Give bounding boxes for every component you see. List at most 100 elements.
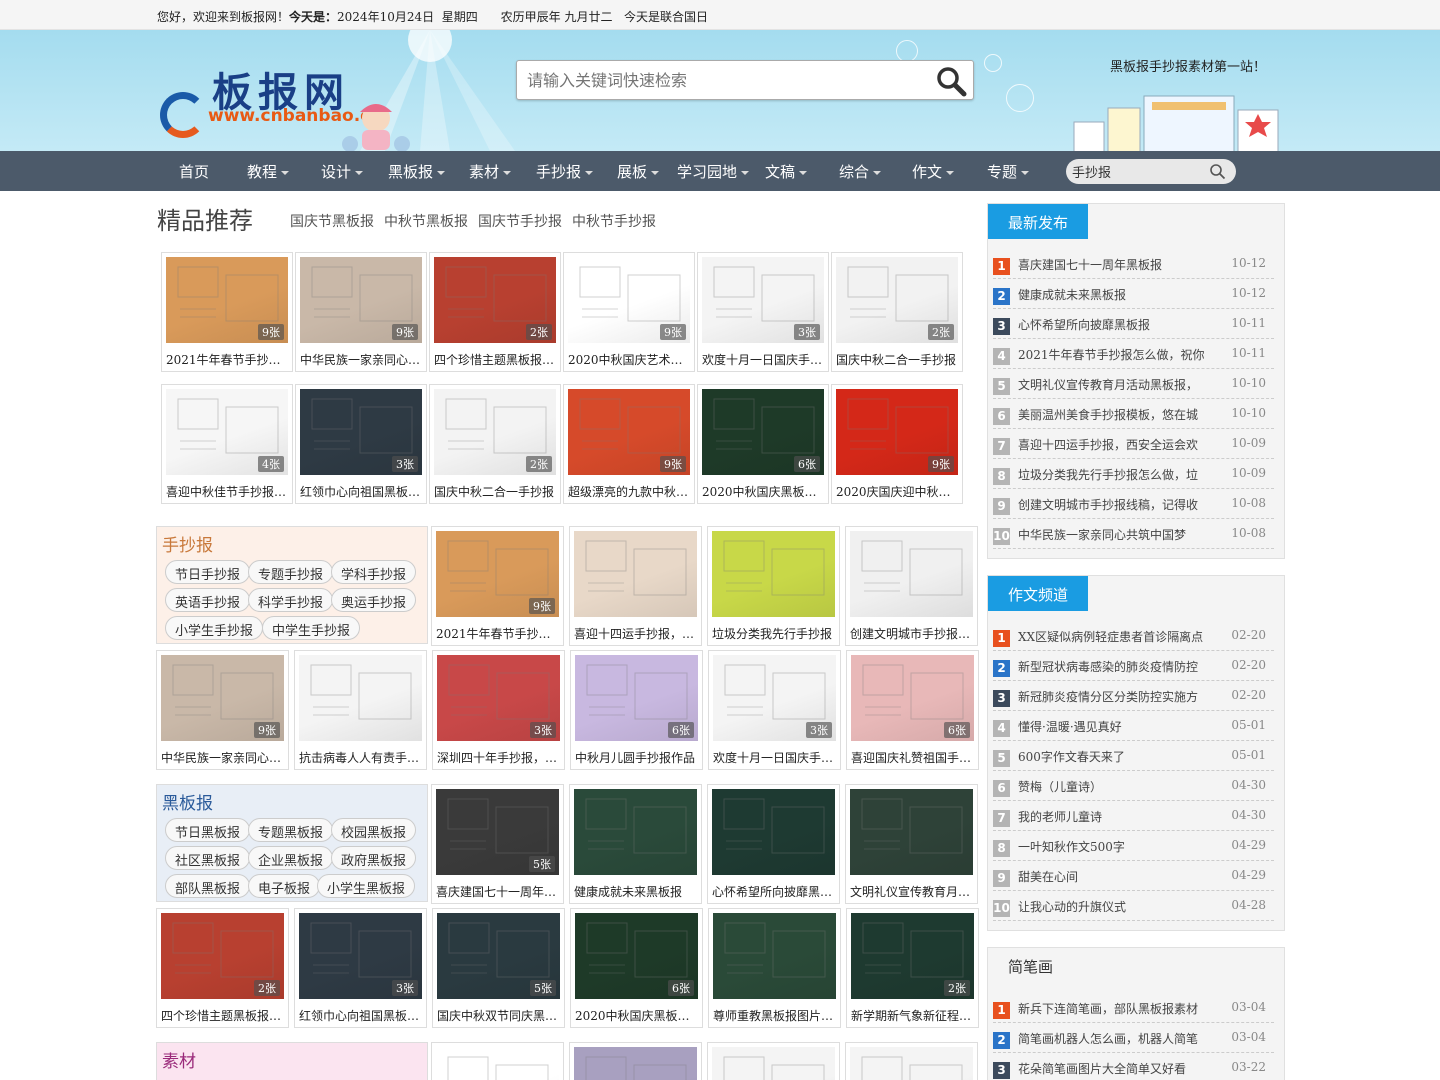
category-pill[interactable]: 学科手抄报 xyxy=(331,560,417,584)
thumbnail-image[interactable] xyxy=(436,1047,559,1080)
nav-home[interactable]: 首页 xyxy=(179,161,209,182)
item-title[interactable]: 文明礼仪宣传教育月活动黑板报， xyxy=(1018,376,1213,393)
ranked-list-item[interactable]: 3 心怀希望所向披靡黑板报 10-11 xyxy=(993,309,1274,339)
ranked-list-item[interactable]: 5 文明礼仪宣传教育月活动黑板报， 10-10 xyxy=(993,369,1274,399)
thumbnail-card[interactable] xyxy=(569,1042,702,1080)
thumbnail-card[interactable]: 6张 喜迎国庆礼赞祖国手抄报 xyxy=(846,650,979,770)
panel-tab-essay[interactable]: 作文频道 xyxy=(988,576,1089,611)
thumbnail-caption[interactable]: 深圳四十年手抄报，围绕 xyxy=(437,749,560,766)
thumbnail-card[interactable]: 2张新学期新气象新征程黑板报 xyxy=(846,908,979,1028)
nav-handcopy[interactable]: 手抄报 xyxy=(536,161,594,182)
ranked-list-item[interactable]: 4 懂得·温暖·遇见真好 05-01 xyxy=(993,711,1274,741)
thumbnail-caption[interactable]: 国庆中秋二合一手抄报 xyxy=(836,351,958,368)
thumbnail-card[interactable]: 9张中华民族一家亲同心共筑中国梦 xyxy=(295,252,427,372)
thumbnail-image[interactable] xyxy=(850,789,973,875)
item-title[interactable]: 甜美在心间 xyxy=(1018,868,1213,885)
ranked-list-item[interactable]: 1 XX区疑似病例轻症患者首诊隔离点 02-20 xyxy=(993,621,1274,651)
thumbnail-image[interactable] xyxy=(299,655,422,741)
featured-tag-link[interactable]: 中秋节黑板报 xyxy=(384,211,468,231)
thumbnail-caption[interactable]: 红领巾心向祖国黑板报图片 xyxy=(300,483,422,500)
thumbnail-image[interactable] xyxy=(850,531,973,617)
section-title[interactable]: 黑板报 xyxy=(162,789,213,814)
nav-display-board[interactable]: 展板 xyxy=(617,161,660,182)
thumbnail-card[interactable]: 抗击病毒人人有责手抄报 xyxy=(294,650,427,770)
category-pill[interactable]: 中学生手抄报 xyxy=(262,616,361,640)
thumbnail-card[interactable]: 3张 欢度十月一日国庆手抄报 xyxy=(697,252,829,372)
featured-tag-link[interactable]: 国庆节黑板报 xyxy=(290,211,374,231)
item-title[interactable]: 简笔画机器人怎么画，机器人简笔 xyxy=(1018,1030,1213,1047)
nav-study[interactable]: 学习园地 xyxy=(677,161,750,182)
thumbnail-caption[interactable]: 欢度十月一日国庆手抄报 xyxy=(702,351,824,368)
thumbnail-caption[interactable]: 四个珍惜主题黑板报，四个珍惜 xyxy=(161,1007,284,1024)
thumbnail-caption[interactable]: 喜迎中秋佳节手抄报线稿 xyxy=(166,483,288,500)
thumbnail-image[interactable] xyxy=(574,789,697,875)
thumbnail-card[interactable]: 创建文明城市手抄报线稿 xyxy=(845,526,978,646)
thumbnail-card[interactable]: 垃圾分类我先行手抄报 xyxy=(707,526,840,646)
category-pill[interactable]: 政府黑板报 xyxy=(331,846,417,870)
nav-blackboard[interactable]: 黑板报 xyxy=(388,161,446,182)
thumbnail-card[interactable]: 2张 国庆中秋二合一手抄报 xyxy=(429,384,561,504)
item-title[interactable]: 美丽温州美食手抄报模板，悠在城 xyxy=(1018,406,1213,423)
category-pill[interactable]: 社区黑板报 xyxy=(165,846,251,870)
thumbnail-caption[interactable]: 创建文明城市手抄报线稿 xyxy=(850,625,973,642)
thumbnail-card[interactable]: 2张 国庆中秋二合一手抄报 xyxy=(831,252,963,372)
thumbnail-card[interactable]: 文明礼仪宣传教育月活动黑板报 xyxy=(845,784,978,904)
thumbnail-card[interactable]: 2张四个珍惜主题黑板报，四个珍惜 xyxy=(429,252,561,372)
category-pill[interactable]: 小学生黑板报 xyxy=(317,874,416,898)
thumbnail-card[interactable]: 3张 欢度十月一日国庆手抄报 xyxy=(708,650,841,770)
thumbnail-caption[interactable]: 红领巾心向祖国黑板报图片 xyxy=(299,1007,422,1024)
nav-general[interactable]: 综合 xyxy=(839,161,882,182)
category-pill[interactable]: 专题手抄报 xyxy=(248,560,334,584)
thumbnail-image[interactable] xyxy=(712,1047,835,1080)
thumbnail-card[interactable]: 4张 喜迎中秋佳节手抄报线稿 xyxy=(161,384,293,504)
panel-tab-sketch[interactable]: 简笔画 xyxy=(988,948,1073,983)
item-title[interactable]: 让我心动的升旗仪式 xyxy=(1018,898,1213,915)
item-title[interactable]: 懂得·温暖·遇见真好 xyxy=(1018,718,1213,735)
item-title[interactable]: 中华民族一家亲同心共筑中国梦 xyxy=(1018,526,1213,543)
ranked-list-item[interactable]: 9 创建文明城市手抄报线稿，记得收 10-08 xyxy=(993,489,1274,519)
category-pill[interactable]: 企业黑板报 xyxy=(248,846,334,870)
thumbnail-card[interactable]: 9张 2021牛年春节手抄报怎么做 xyxy=(431,526,564,646)
search-icon[interactable] xyxy=(935,65,967,97)
thumbnail-caption[interactable]: 喜迎十四运手抄报，西安全运会 xyxy=(574,625,697,642)
thumbnail-card[interactable]: 2张四个珍惜主题黑板报，四个珍惜 xyxy=(156,908,289,1028)
featured-tag-link[interactable]: 国庆节手抄报 xyxy=(478,211,562,231)
item-title[interactable]: 心怀希望所向披靡黑板报 xyxy=(1018,316,1213,333)
thumbnail-caption[interactable]: 喜庆建国七十一周年黑板报 xyxy=(436,883,559,900)
thumbnail-caption[interactable]: 2020中秋国庆黑板报大全 xyxy=(702,483,824,500)
thumbnail-card[interactable]: 6张 2020中秋国庆黑板报大全 xyxy=(570,908,703,1028)
site-logo[interactable]: 板报网 www.cnbanbao.cn xyxy=(160,60,410,151)
thumbnail-image[interactable] xyxy=(712,789,835,875)
item-title[interactable]: 创建文明城市手抄报线稿，记得收 xyxy=(1018,496,1213,513)
category-pill[interactable]: 科学手抄报 xyxy=(248,588,334,612)
thumbnail-image[interactable] xyxy=(712,531,835,617)
section-title[interactable]: 素材 xyxy=(162,1047,196,1072)
thumbnail-card[interactable]: 6张 2020中秋国庆黑板报大全 xyxy=(697,384,829,504)
featured-tag-link[interactable]: 中秋节手抄报 xyxy=(572,211,656,231)
category-pill[interactable]: 奥运手抄报 xyxy=(331,588,417,612)
thumbnail-card[interactable] xyxy=(431,1042,564,1080)
thumbnail-card[interactable]: 3张 深圳四十年手抄报，围绕 xyxy=(432,650,565,770)
nav-manuscript[interactable]: 文稿 xyxy=(765,161,808,182)
thumbnail-card[interactable]: 9张 2020庆国庆迎中秋高清 xyxy=(831,384,963,504)
thumbnail-caption[interactable]: 2021牛年春节手抄报怎么做，简单 xyxy=(166,351,288,368)
thumbnail-caption[interactable]: 国庆中秋双节同庆黑板报 xyxy=(437,1007,560,1024)
nav-material[interactable]: 素材 xyxy=(469,161,512,182)
item-title[interactable]: 喜迎十四运手抄报，西安全运会欢 xyxy=(1018,436,1213,453)
thumbnail-card[interactable]: 9张 2020中秋国庆艺术字大全 xyxy=(563,252,695,372)
thumbnail-card[interactable]: 健康成就未来黑板报 xyxy=(569,784,702,904)
thumbnail-card[interactable]: 5张喜庆建国七十一周年黑板报 xyxy=(431,784,564,904)
ranked-list-item[interactable]: 3 新冠肺炎疫情分区分类防控实施方 02-20 xyxy=(993,681,1274,711)
thumbnail-card[interactable]: 3张红领巾心向祖国黑板报图片 xyxy=(295,384,427,504)
thumbnail-card[interactable]: 6张 中秋月儿圆手抄报作品 xyxy=(570,650,703,770)
thumbnail-caption[interactable]: 新学期新气象新征程黑板报 xyxy=(851,1007,974,1024)
thumbnail-caption[interactable]: 尊师重教黑板报图片，教师节 xyxy=(713,1007,836,1024)
nav-topic[interactable]: 专题 xyxy=(987,161,1030,182)
thumbnail-card[interactable]: 尊师重教黑板报图片，教师节 xyxy=(708,908,841,1028)
thumbnail-card[interactable]: 9张中华民族一家亲同心共筑中国梦 xyxy=(156,650,289,770)
thumbnail-card[interactable]: 喜迎十四运手抄报，西安全运会 xyxy=(569,526,702,646)
search-icon[interactable] xyxy=(1209,163,1226,180)
nav-search-input[interactable] xyxy=(1066,159,1201,184)
thumbnail-image[interactable] xyxy=(574,531,697,617)
thumbnail-card[interactable] xyxy=(707,1042,840,1080)
